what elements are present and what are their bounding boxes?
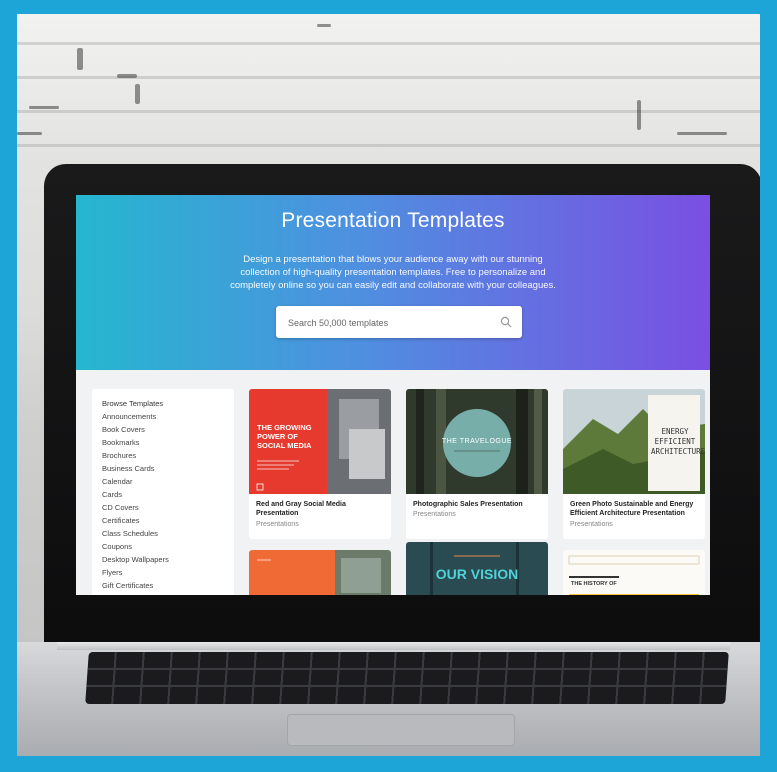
template-card[interactable]: ENERGY EFFICIENT ARCHITECTURE Green Phot… [563,389,705,539]
sidebar-item-cd-covers[interactable]: CD Covers [102,501,234,514]
sidebar-item-cards[interactable]: Cards [102,488,234,501]
sidebar-item-business-cards[interactable]: Business Cards [102,462,234,475]
hero-banner: Presentation Templates Design a presenta… [76,195,710,370]
template-thumbnail[interactable]: THE HISTORY OF [563,550,705,595]
template-title[interactable]: Green Photo Sustainable and Energy Effic… [570,500,700,518]
template-card[interactable]: THE HISTORY OF [563,550,705,595]
template-card[interactable] [249,550,391,595]
thumbnail-headline: THE HISTORY OF [571,581,617,587]
template-category: Presentations [570,521,613,528]
template-thumbnail[interactable] [249,550,391,595]
sidebar-item-announcements[interactable]: Announcements [102,410,234,423]
sidebar-item-class-schedules[interactable]: Class Schedules [102,527,234,540]
laptop-screen: Presentation Templates Design a presenta… [76,195,710,595]
thumbnail-headline: THE TRAVELOGUE [441,438,513,445]
template-card[interactable]: THE TRAVELOGUE Photographic Sales Presen… [406,389,548,539]
sidebar-item-desktop-wallpapers[interactable]: Desktop Wallpapers [102,553,234,566]
laptop-trackpad [287,714,515,746]
sidebar-item-browse-templates[interactable]: Browse Templates [102,397,234,410]
sidebar-item-coupons[interactable]: Coupons [102,540,234,553]
sidebar-item-flyers[interactable]: Flyers [102,566,234,579]
search-icon[interactable] [500,316,512,328]
thumbnail-headline: OUR VISION [435,566,519,582]
page-title: Presentation Templates [281,209,505,232]
sidebar-item-certificates[interactable]: Certificates [102,514,234,527]
template-title[interactable]: Photographic Sales Presentation [413,500,543,509]
template-thumbnail[interactable]: THE TRAVELOGUE [406,389,548,494]
template-title[interactable]: Red and Gray Social Media Presentation [256,500,386,518]
category-sidebar: Browse Templates Announcements Book Cove… [92,389,234,595]
template-category: Presentations [256,521,299,528]
brick-wall [17,14,760,154]
thumbnail-headline: ENERGY EFFICIENT ARCHITECTURE [651,427,705,456]
template-card[interactable]: THE GROWING POWER OF SOCIAL MEDIA Red an… [249,389,391,539]
laptop-keyboard [85,652,729,704]
sidebar-item-bookmarks[interactable]: Bookmarks [102,436,234,449]
template-thumbnail[interactable]: ENERGY EFFICIENT ARCHITECTURE [563,389,705,494]
template-card[interactable]: OUR VISION [406,542,548,595]
sidebar-item-gift-certificates[interactable]: Gift Certificates [102,579,234,592]
sidebar-item-brochures[interactable]: Brochures [102,449,234,462]
sidebar-item-book-covers[interactable]: Book Covers [102,423,234,436]
template-category: Presentations [413,511,456,518]
sidebar-item-calendar[interactable]: Calendar [102,475,234,488]
template-thumbnail[interactable]: THE GROWING POWER OF SOCIAL MEDIA [249,389,391,494]
hero-description: Design a presentation that blows your au… [230,254,556,291]
thumbnail-headline: THE GROWING POWER OF SOCIAL MEDIA [257,423,312,450]
search-box[interactable] [276,306,522,340]
template-thumbnail[interactable]: OUR VISION [406,542,548,595]
search-input[interactable] [286,306,490,340]
